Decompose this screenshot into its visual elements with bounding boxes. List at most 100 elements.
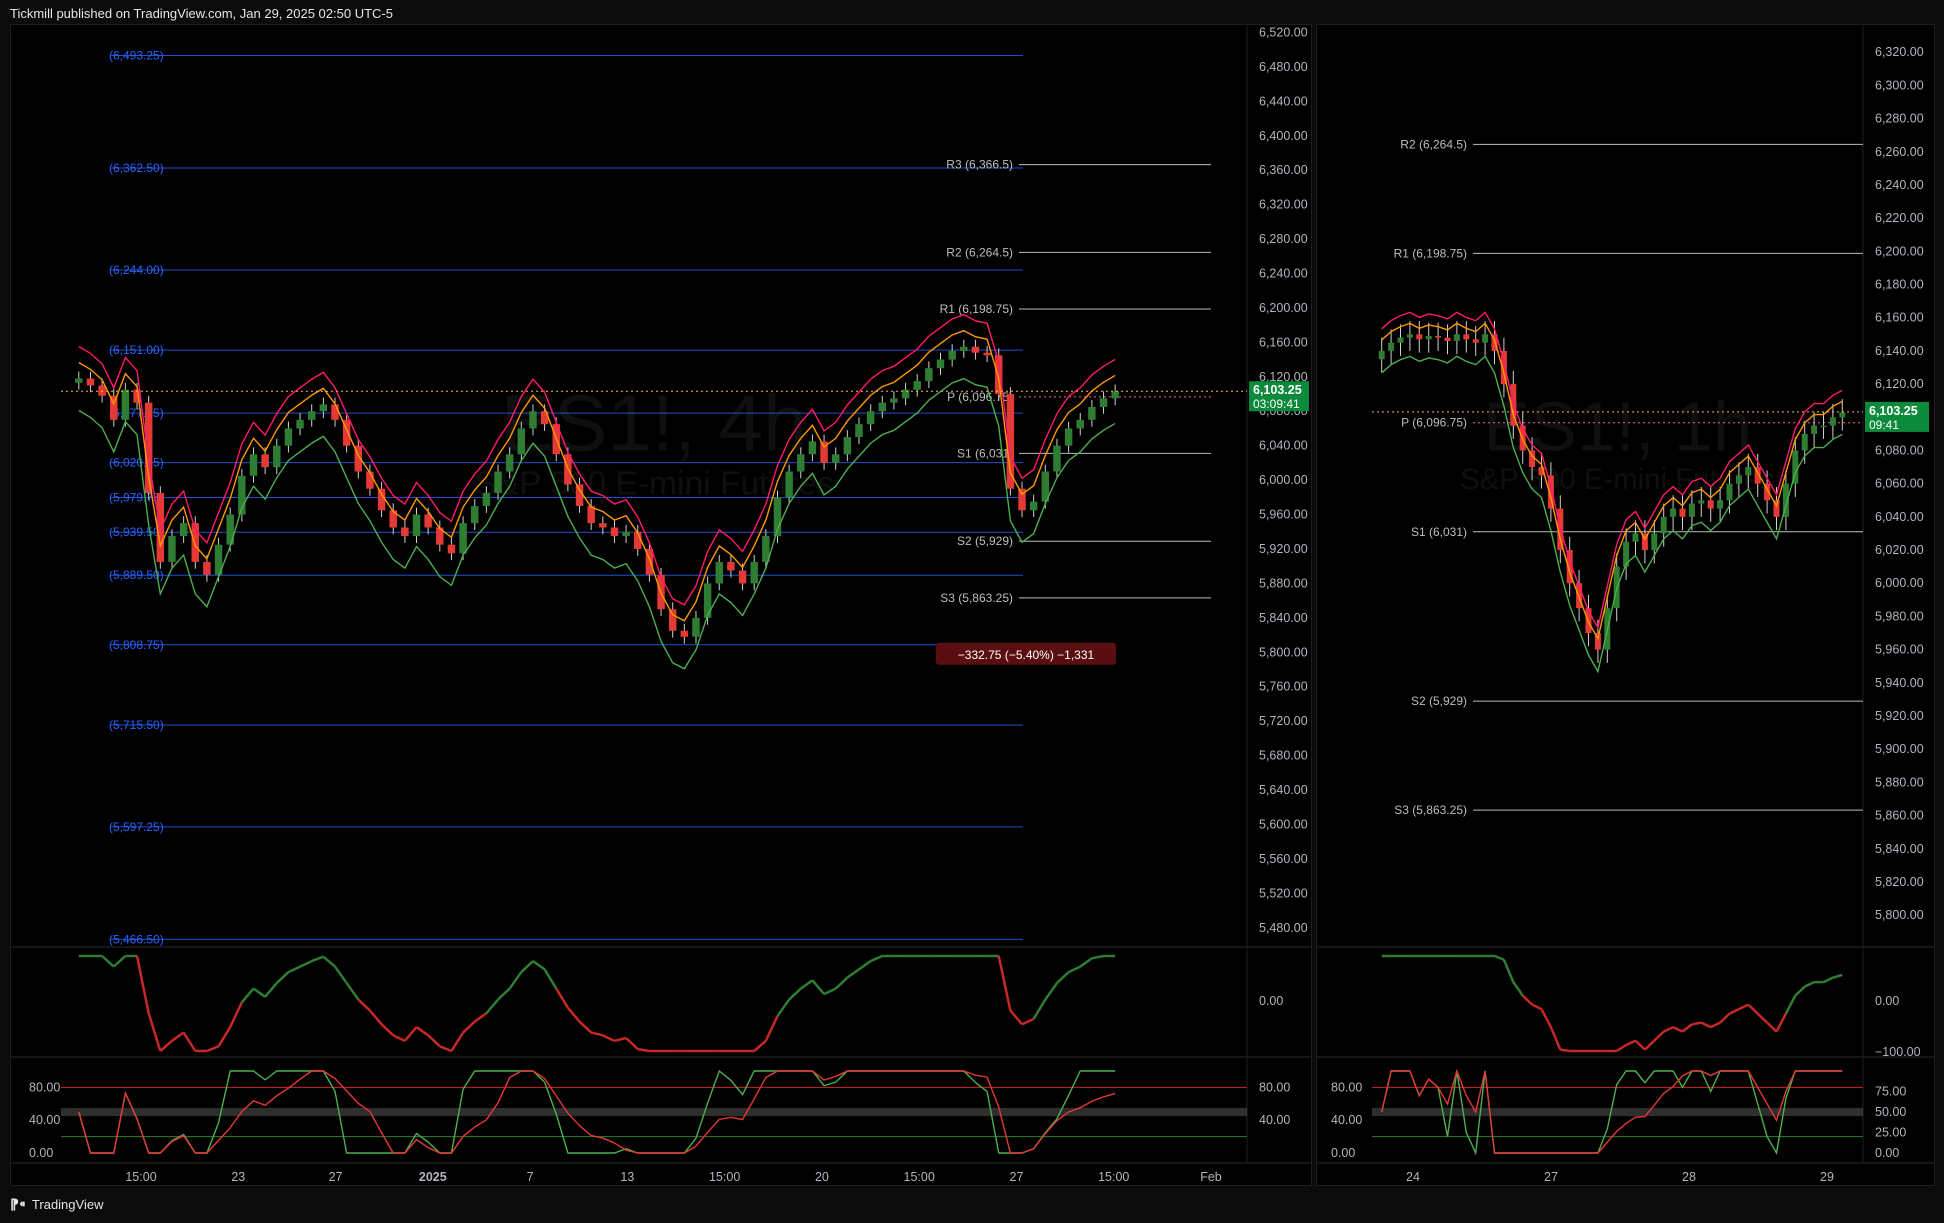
chart-1h-svg[interactable]: ES1!, 1hS&P 500 E-mini Futures6,320.006,… bbox=[1317, 25, 1934, 1185]
price-axis-tick-label: 5,880.00 bbox=[1875, 775, 1924, 789]
pivot-label: S2 (5,929) bbox=[957, 534, 1013, 548]
price-axis-tick-label: 5,840.00 bbox=[1875, 842, 1924, 856]
oscillator-segment bbox=[299, 959, 313, 968]
oscillator-segment bbox=[380, 1023, 395, 1037]
footer: ⁋⁌ TradingView bbox=[10, 1196, 103, 1213]
price-axis-tick-label: 5,600.00 bbox=[1259, 817, 1308, 831]
oscillator-segment bbox=[1502, 959, 1515, 983]
oscillator-tick-label: 0.00 bbox=[1259, 994, 1283, 1008]
chart-panel-1h[interactable]: ES1!, 1h S&P 500 E-mini Futures 6,320.00 6,… bbox=[1316, 24, 1935, 1186]
price-axis-tick-label: 6,040.00 bbox=[1875, 510, 1924, 524]
oscillator-segment bbox=[532, 960, 546, 971]
oscillator-segment bbox=[1756, 1012, 1768, 1024]
oscillator-segment bbox=[345, 982, 360, 1001]
pivot-label: S1 (6,031) bbox=[1411, 525, 1467, 539]
oscillator-segment bbox=[1021, 1017, 1035, 1026]
price-axis-tick-label: 6,180.00 bbox=[1875, 278, 1924, 292]
candle-body bbox=[249, 454, 258, 476]
candle-body bbox=[831, 454, 840, 463]
candle-body bbox=[331, 404, 339, 420]
fib-level-label: (5,939.50) bbox=[109, 525, 164, 539]
candle-body bbox=[599, 523, 607, 528]
oscillator-segment bbox=[1009, 1009, 1023, 1026]
publisher-line: Tickmill published on TradingView.com, J… bbox=[10, 6, 393, 21]
oscillator-segment bbox=[1560, 1048, 1570, 1053]
stoch-left-tick-label: 80.00 bbox=[29, 1080, 60, 1094]
stoch-band bbox=[1372, 1107, 1863, 1117]
candle-body bbox=[1688, 503, 1695, 517]
candle-body bbox=[168, 536, 176, 562]
candle-body bbox=[98, 385, 106, 396]
stoch-left-tick-label: 0.00 bbox=[29, 1146, 53, 1160]
candle-body bbox=[1088, 406, 1096, 420]
oscillator-segment bbox=[1068, 965, 1081, 974]
oscillator-segment bbox=[311, 955, 324, 963]
oscillator-segment bbox=[1672, 1025, 1684, 1033]
fib-level-label: (5,597.25) bbox=[109, 820, 164, 834]
candle-body bbox=[261, 454, 269, 468]
price-axis-tick-label: 5,940.00 bbox=[1875, 676, 1924, 690]
oscillator-segment bbox=[147, 1012, 162, 1052]
time-axis-tick-label: 24 bbox=[1406, 1170, 1420, 1184]
price-axis-tick-label: 5,860.00 bbox=[1875, 809, 1924, 823]
time-axis-tick-label: 7 bbox=[527, 1170, 534, 1184]
stoch-left-tick-label: 80.00 bbox=[1331, 1080, 1362, 1094]
chart-panel-4h[interactable]: ES1!, 4h S&P 500 E-mini Futures 6,520.00 6,… bbox=[10, 24, 1312, 1186]
chart-4h-svg[interactable]: ES1!, 4hS&P 500 E-mini Futures6,520.006,… bbox=[11, 25, 1311, 1185]
price-axis-tick-label: 5,920.00 bbox=[1875, 709, 1924, 723]
candle-body bbox=[1717, 500, 1724, 509]
candle-body bbox=[1660, 516, 1667, 534]
candle-body bbox=[1416, 334, 1423, 340]
oscillator-segment bbox=[1766, 1021, 1778, 1033]
price-axis-tick-label: 5,720.00 bbox=[1259, 714, 1308, 728]
time-axis-tick-label: 15:00 bbox=[709, 1170, 740, 1184]
candle-body bbox=[855, 424, 863, 438]
stoch-right-tick-label: 25.00 bbox=[1875, 1126, 1906, 1140]
oscillator-segment bbox=[776, 998, 791, 1017]
oscillator-segment bbox=[403, 1026, 418, 1042]
candle-body bbox=[622, 531, 630, 537]
stoch-left-tick-label: 40.00 bbox=[29, 1113, 60, 1127]
price-axis-tick-label: 6,140.00 bbox=[1875, 344, 1924, 358]
oscillator-segment bbox=[1494, 954, 1505, 961]
price-axis-tick-label: 6,240.00 bbox=[1875, 178, 1924, 192]
price-axis-tick-label: 5,800.00 bbox=[1259, 645, 1308, 659]
candle-body bbox=[983, 352, 991, 356]
oscillator-segment bbox=[590, 1031, 604, 1037]
oscillator-segment bbox=[159, 1039, 173, 1052]
candle-body bbox=[1829, 417, 1836, 426]
candle-body bbox=[971, 346, 980, 353]
price-axis-tick-label: 5,920.00 bbox=[1259, 542, 1308, 556]
candle-body bbox=[1378, 350, 1385, 360]
price-axis-tick-label: 6,120.00 bbox=[1875, 377, 1924, 391]
oscillator-segment bbox=[427, 1034, 441, 1048]
stoch-left-tick-label: 0.00 bbox=[1331, 1146, 1355, 1160]
stoch-left-tick-label: 40.00 bbox=[1331, 1113, 1362, 1127]
fib-level-label: (6,493.25) bbox=[109, 48, 164, 62]
price-axis-tick-label: 6,060.00 bbox=[1875, 477, 1924, 491]
candle-body bbox=[296, 419, 304, 429]
oscillator-tick-label: 0.00 bbox=[1875, 994, 1899, 1008]
price-axis-tick-label: 6,320.00 bbox=[1875, 45, 1924, 59]
candle-body bbox=[273, 445, 281, 468]
price-axis-tick-label: 5,760.00 bbox=[1259, 680, 1308, 694]
candle-body bbox=[1670, 508, 1677, 517]
oscillator-segment bbox=[135, 955, 150, 1014]
oscillator-segment bbox=[206, 1045, 220, 1053]
oscillator-segment bbox=[252, 987, 266, 998]
candle-body bbox=[401, 527, 409, 537]
candle-body bbox=[913, 381, 921, 390]
price-axis-tick-label: 5,980.00 bbox=[1875, 609, 1924, 623]
oscillator-segment bbox=[368, 1009, 383, 1026]
oscillator-segment bbox=[450, 1031, 465, 1052]
pivot-label: S1 (6,031) bbox=[957, 446, 1013, 460]
oscillator-segment bbox=[1747, 1003, 1759, 1015]
candle-body bbox=[179, 523, 188, 537]
time-axis-tick-label: 29 bbox=[1820, 1170, 1834, 1184]
oscillator-segment bbox=[811, 979, 826, 995]
candle-body bbox=[459, 523, 467, 554]
fib-level-label: (6,244.00) bbox=[109, 263, 164, 277]
oscillator-segment bbox=[322, 955, 336, 968]
oscillator-segment bbox=[614, 1036, 627, 1043]
candle-body bbox=[1632, 533, 1639, 542]
